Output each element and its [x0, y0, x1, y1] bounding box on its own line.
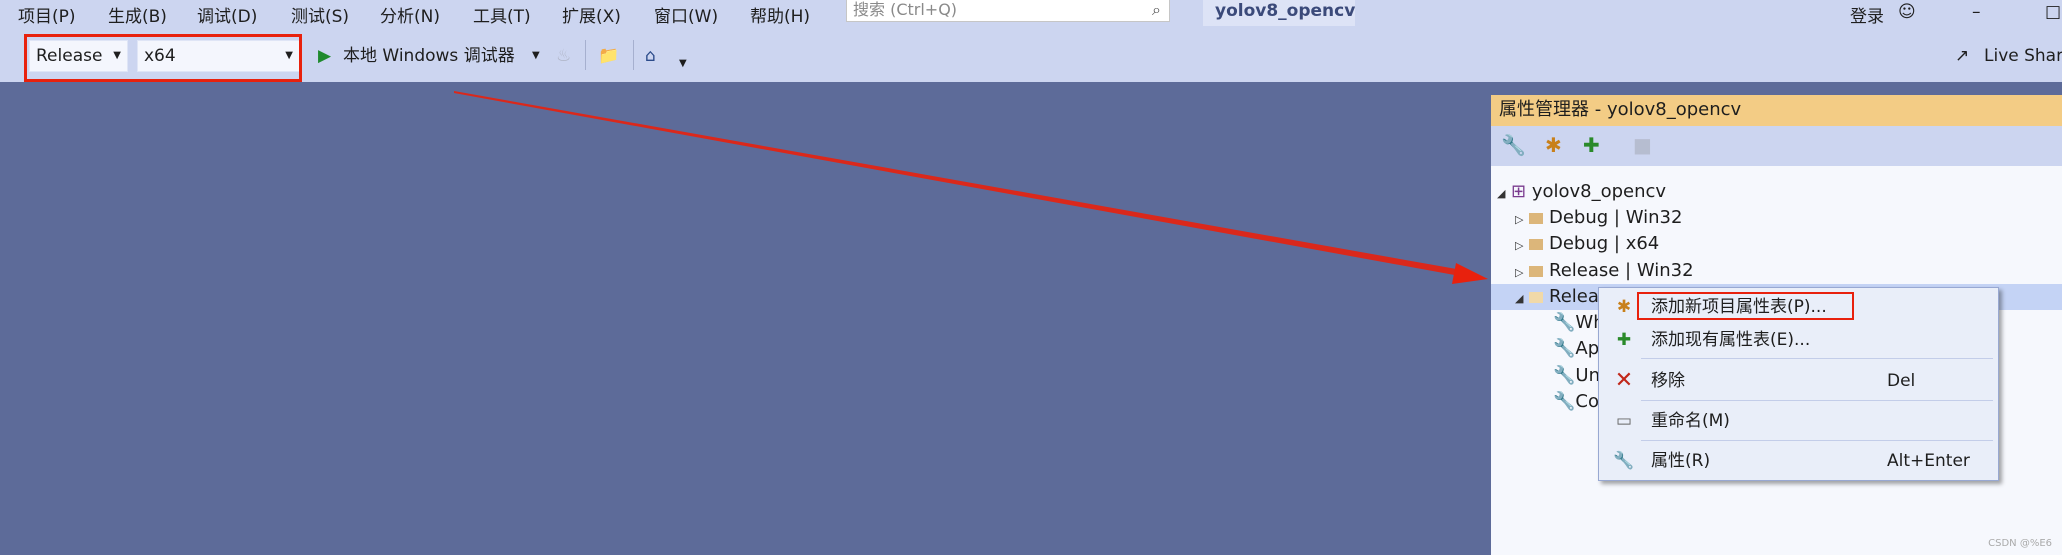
annotation-arrow — [454, 91, 1488, 284]
arrow-shaft — [454, 91, 1462, 276]
watermark: CSDN @%E6 — [1988, 538, 2052, 549]
arrow-head — [1452, 263, 1488, 284]
